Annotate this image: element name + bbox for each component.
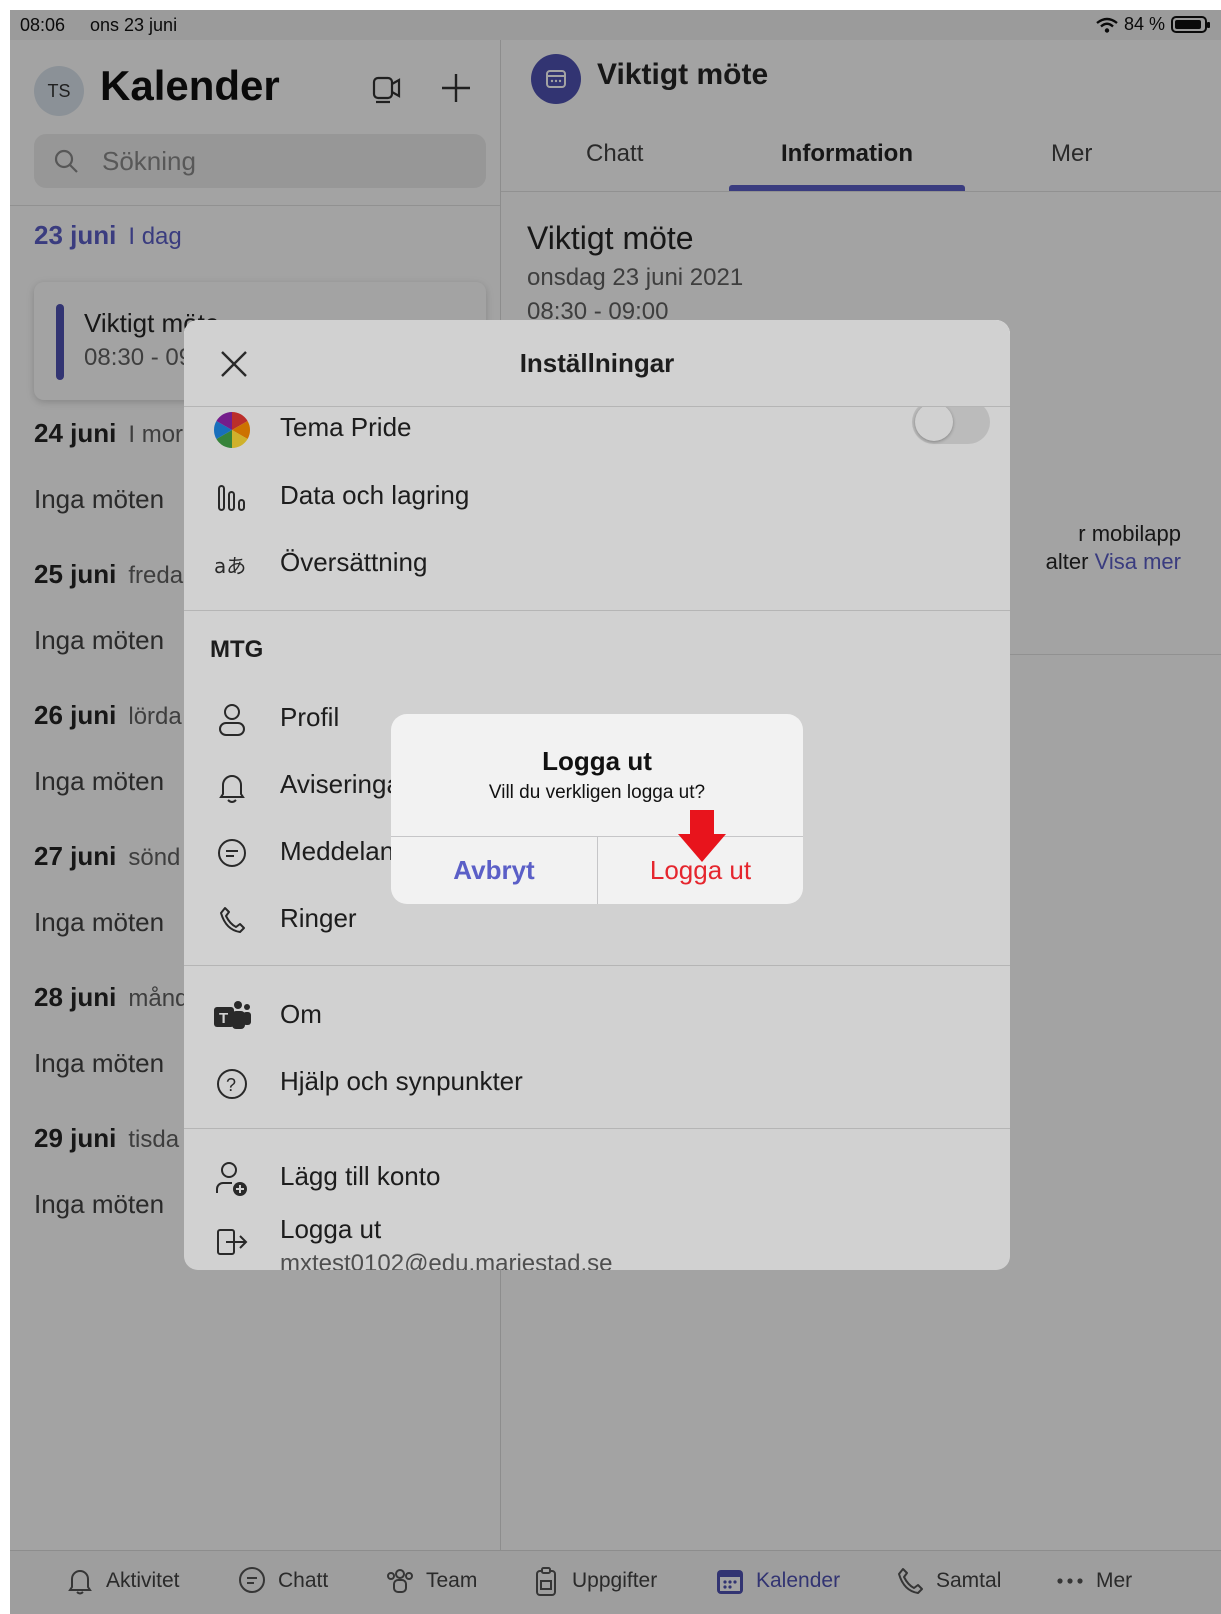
cancel-button[interactable]: Avbryt — [391, 836, 597, 904]
alert-title: Logga ut — [542, 746, 652, 776]
sign-out-alert: Logga ut Vill du verkligen logga ut? Avb… — [391, 714, 803, 904]
alert-message: Vill du verkligen logga ut? — [488, 782, 706, 803]
arrow-down-icon — [678, 810, 726, 862]
ipad-screen: 08:06 ons 23 juni 84 % TS Kalender Sökni… — [10, 10, 1221, 1614]
